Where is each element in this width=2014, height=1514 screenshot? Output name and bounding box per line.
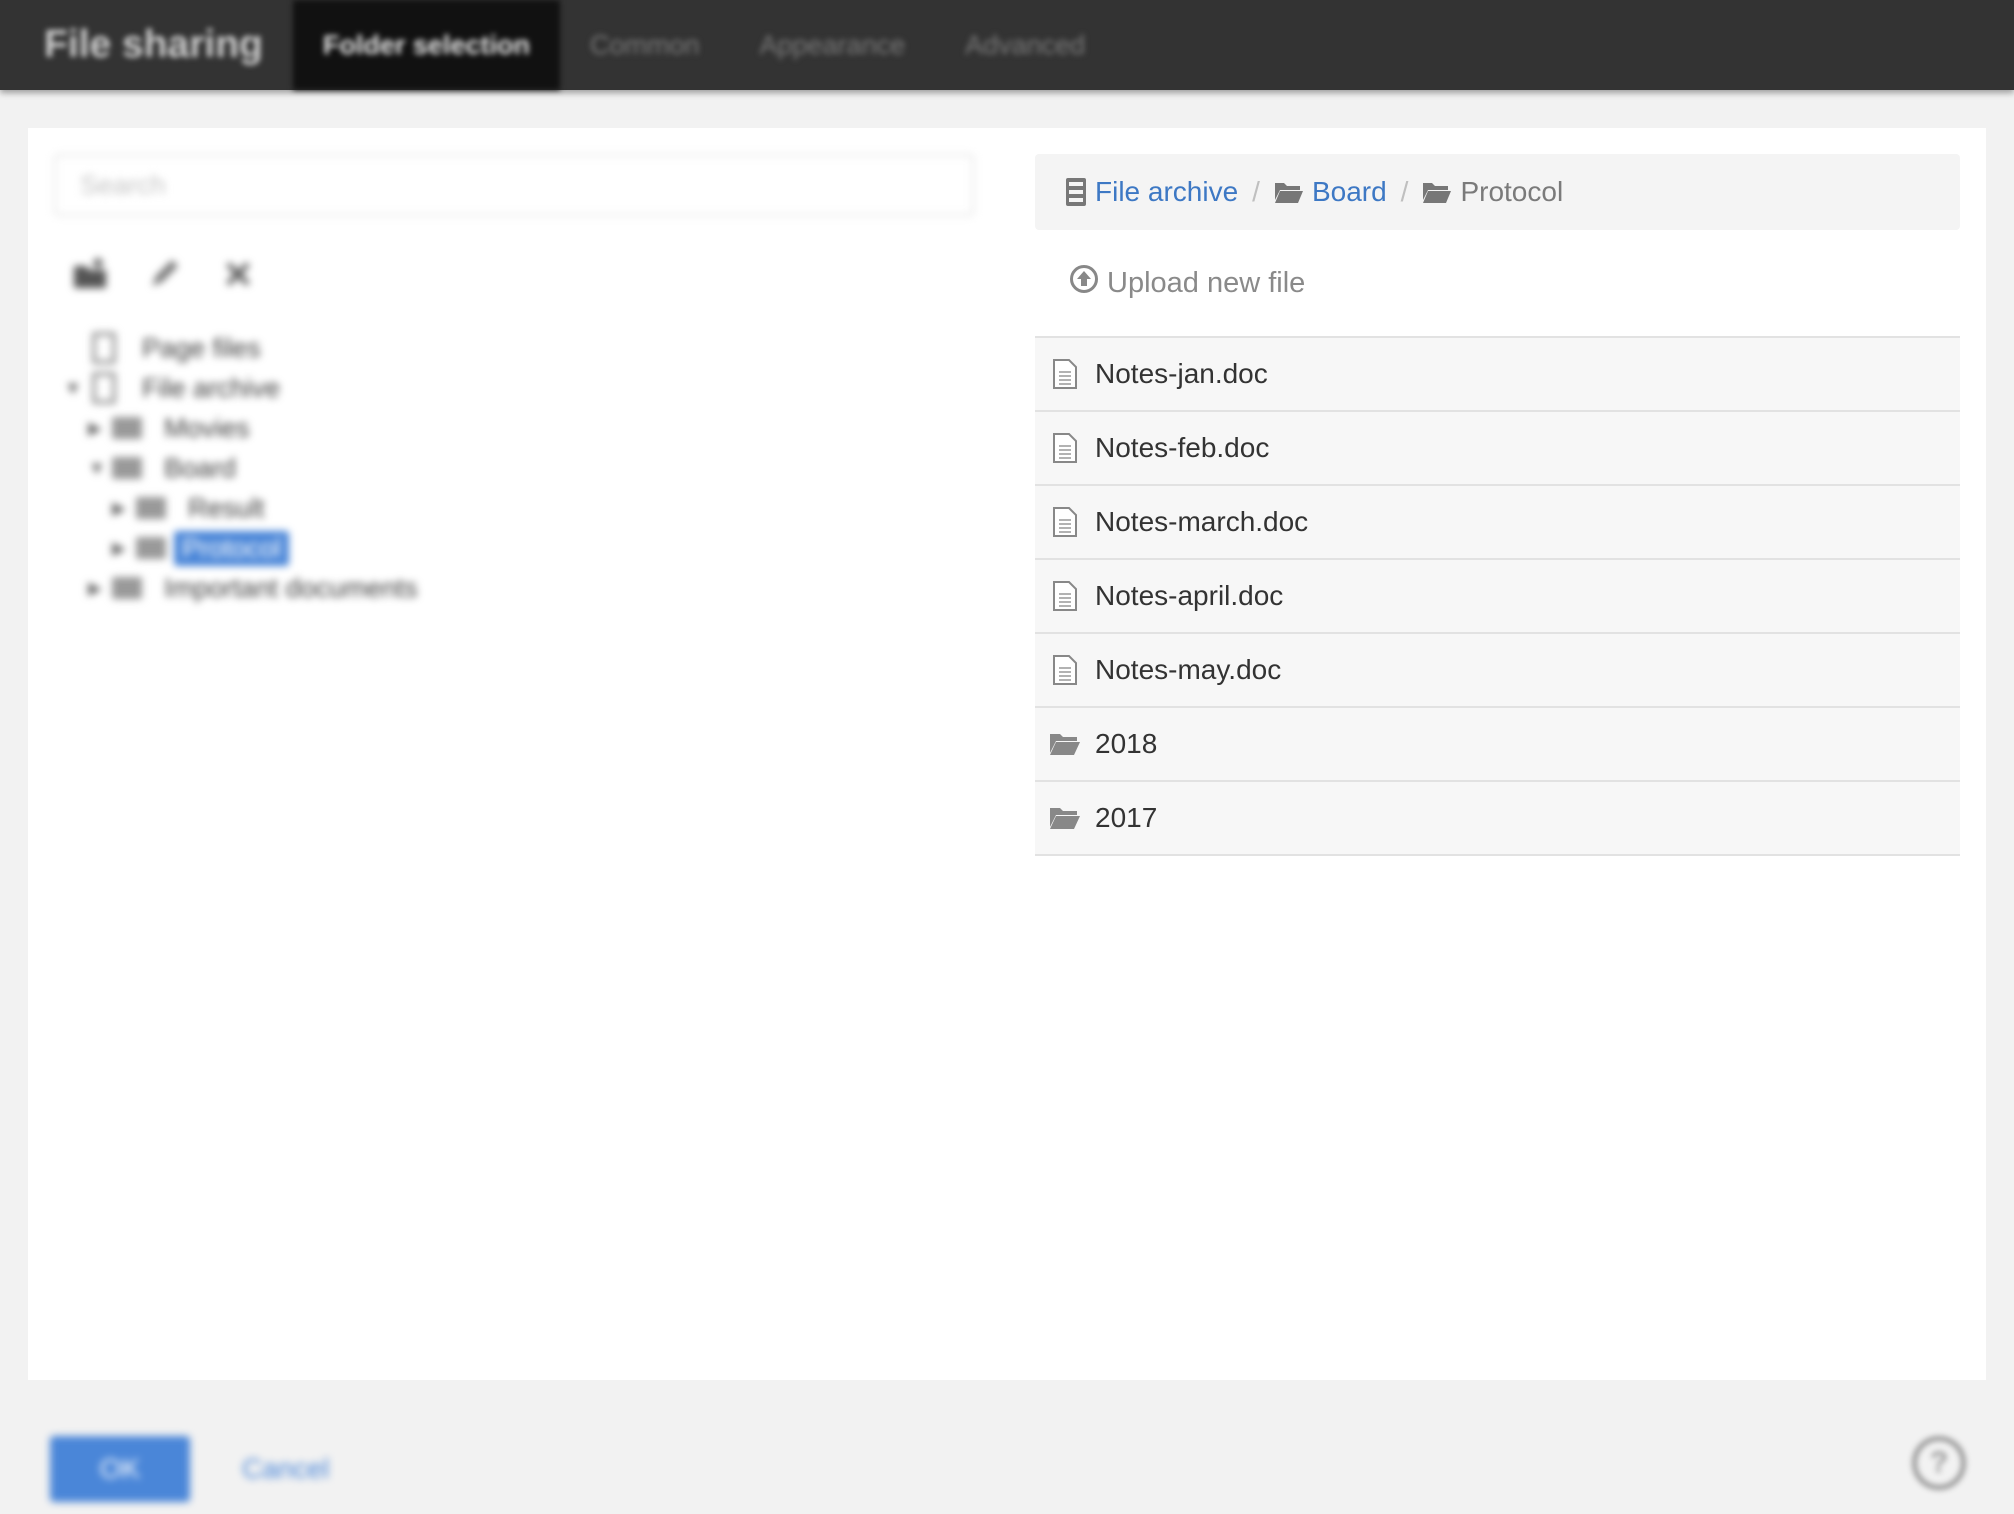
upload-icon (1069, 264, 1099, 302)
caret-right-icon[interactable]: ▶ (88, 578, 112, 599)
breadcrumb-board[interactable]: Board (1312, 176, 1387, 208)
file-list-pane: File archive / Board / Protocol Upload n… (1035, 154, 1960, 856)
folder-icon (136, 497, 166, 519)
file-row-notes-jan[interactable]: Notes-jan.doc (1035, 338, 1960, 412)
file-row-notes-april[interactable]: Notes-april.doc (1035, 560, 1960, 634)
breadcrumb: File archive / Board / Protocol (1035, 154, 1960, 230)
ok-button[interactable]: OK (50, 1436, 190, 1502)
cancel-button[interactable]: Cancel (242, 1436, 329, 1502)
search-input[interactable]: Search (54, 154, 974, 216)
file-name: Notes-feb.doc (1095, 432, 1270, 463)
tree-item-result[interactable]: ▶ Result (64, 488, 418, 528)
document-icon (1049, 358, 1081, 390)
pencil-icon[interactable] (146, 256, 182, 292)
main-panel: Search Page files ▼ File archive ▶ Movie… (28, 128, 1986, 1380)
dialog-footer: OK Cancel ? (0, 1380, 2014, 1514)
folder-icon (112, 417, 142, 439)
top-bar: File sharing Folder selection Common App… (0, 0, 2014, 90)
tree-item-label: Movies (164, 412, 250, 443)
tree-item-label: Protocol (174, 530, 290, 566)
tree-item-movies[interactable]: ▶ Movies (64, 408, 418, 448)
new-folder-icon[interactable] (72, 256, 108, 292)
tab-advanced[interactable]: Advanced (935, 0, 1115, 90)
document-icon (1049, 506, 1081, 538)
folder-tree: Page files ▼ File archive ▶ Movies ▼ Boa… (64, 328, 418, 608)
file-row-notes-feb[interactable]: Notes-feb.doc (1035, 412, 1960, 486)
file-row-notes-march[interactable]: Notes-march.doc (1035, 486, 1960, 560)
archive-icon (1065, 177, 1087, 207)
caret-right-icon[interactable]: ▶ (88, 418, 112, 439)
folder-row-2017[interactable]: 2017 (1035, 782, 1960, 856)
tree-item-label: Result (188, 492, 265, 523)
tree-item-important-documents[interactable]: ▶ Important documents (64, 568, 418, 608)
document-icon (1049, 432, 1081, 464)
caret-right-icon[interactable]: ▶ (112, 498, 136, 519)
caret-down-icon[interactable]: ▼ (64, 378, 88, 399)
file-list: Notes-jan.doc Notes-feb.doc Notes-march.… (1035, 336, 1960, 856)
tree-toolbar (72, 256, 256, 292)
tree-item-label: Important documents (164, 572, 418, 603)
database-icon (92, 372, 116, 404)
folder-icon (112, 577, 142, 599)
file-name: Notes-march.doc (1095, 506, 1309, 537)
folder-name: 2018 (1095, 728, 1158, 759)
tab-folder-selection[interactable]: Folder selection (292, 0, 560, 90)
database-icon (92, 332, 116, 364)
upload-new-file-button[interactable]: Upload new file (1035, 230, 1960, 336)
tree-item-board[interactable]: ▼ Board (64, 448, 418, 488)
document-icon (1049, 580, 1081, 612)
folder-open-icon (1049, 805, 1081, 831)
tab-appearance[interactable]: Appearance (729, 0, 935, 90)
caret-down-icon[interactable]: ▼ (88, 458, 112, 479)
breadcrumb-separator: / (1252, 176, 1260, 207)
folder-row-2018[interactable]: 2018 (1035, 708, 1960, 782)
upload-label: Upload new file (1107, 266, 1306, 299)
close-icon[interactable] (220, 256, 256, 292)
tree-item-label: Board (164, 452, 237, 483)
folder-tree-pane: Search Page files ▼ File archive ▶ Movie… (28, 128, 1013, 1380)
file-name: Notes-jan.doc (1095, 358, 1268, 389)
app-title: File sharing (44, 23, 263, 66)
caret-right-icon[interactable]: ▶ (112, 538, 136, 559)
file-row-notes-may[interactable]: Notes-may.doc (1035, 634, 1960, 708)
breadcrumb-file-archive[interactable]: File archive (1095, 176, 1238, 208)
tree-item-page-files[interactable]: Page files (64, 328, 418, 368)
file-name: Notes-may.doc (1095, 654, 1282, 685)
folder-name: 2017 (1095, 802, 1158, 833)
file-name: Notes-april.doc (1095, 580, 1284, 611)
folder-open-icon (1422, 180, 1452, 204)
tree-item-file-archive[interactable]: ▼ File archive (64, 368, 418, 408)
tab-common[interactable]: Common (560, 0, 730, 90)
tree-item-protocol[interactable]: ▶ Protocol (64, 528, 418, 568)
folder-icon (112, 457, 142, 479)
folder-open-icon (1049, 731, 1081, 757)
folder-open-icon (1274, 180, 1304, 204)
folder-icon (136, 537, 166, 559)
tree-item-label: File archive (142, 372, 281, 403)
breadcrumb-separator: / (1400, 176, 1409, 207)
breadcrumb-protocol: Protocol (1460, 176, 1564, 207)
help-icon[interactable]: ? (1912, 1436, 1966, 1490)
document-icon (1049, 654, 1081, 686)
tree-item-label: Page files (142, 332, 261, 363)
